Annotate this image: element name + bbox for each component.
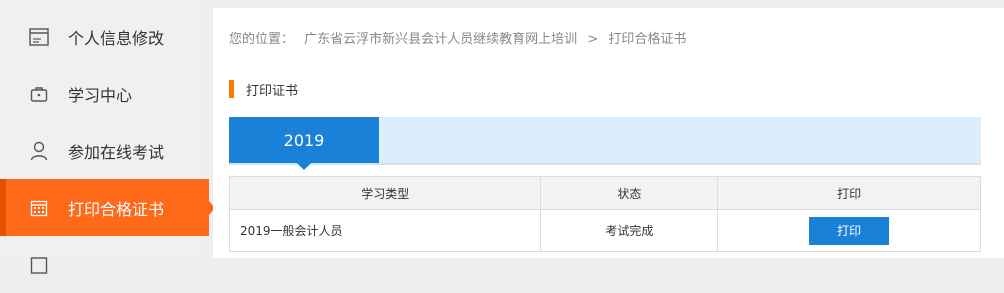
sidebar-item-online-exam[interactable]: 参加在线考试: [0, 122, 203, 179]
sidebar-item-print-certificate[interactable]: 打印合格证书: [0, 179, 215, 236]
user-icon: [28, 140, 50, 162]
sidebar-item-label: 打印合格证书: [68, 199, 165, 219]
tab-year[interactable]: 2019: [229, 117, 379, 170]
section-marker: [229, 80, 234, 98]
certificate-table: 学习类型 状态 打印 2019一般会计人员 考试完成 打印: [228, 176, 981, 252]
column-header-print: 打印: [717, 176, 981, 210]
document-icon: [28, 254, 50, 276]
sidebar-item-label: 参加在线考试: [68, 142, 165, 162]
table-row: 2019一般会计人员 考试完成 打印: [228, 209, 981, 252]
sidebar-item-learning-center[interactable]: 学习中心: [0, 65, 203, 122]
main-panel: 您的位置： 广东省云浮市新兴县会计人员继续教育网上培训 > 打印合格证书 打印证…: [213, 8, 1004, 258]
breadcrumb-current: 打印合格证书: [608, 32, 687, 47]
column-header-type: 学习类型: [228, 176, 542, 210]
cell-action: 打印: [717, 209, 981, 252]
id-card-icon: [28, 26, 50, 48]
cell-study-type: 2019一般会计人员: [228, 209, 542, 252]
print-button[interactable]: 打印: [809, 216, 890, 245]
table-header-row: 学习类型 状态 打印: [228, 176, 981, 210]
breadcrumb-prefix: 您的位置：: [229, 32, 295, 47]
calendar-icon: [28, 197, 50, 219]
section-title: 打印证书: [229, 80, 299, 99]
sidebar-item-more[interactable]: [0, 236, 203, 293]
sidebar: 个人信息修改 学习中心 参加在线考试 打印合格证书: [0, 0, 215, 274]
section-title-text: 打印证书: [246, 83, 299, 99]
breadcrumb: 您的位置： 广东省云浮市新兴县会计人员继续教育网上培训 > 打印合格证书: [229, 28, 692, 47]
breadcrumb-site-link[interactable]: 广东省云浮市新兴县会计人员继续教育网上培训: [304, 32, 577, 47]
sidebar-item-profile[interactable]: 个人信息修改: [0, 8, 203, 65]
briefcase-icon: [28, 83, 50, 105]
cell-status-link[interactable]: 考试完成: [540, 209, 719, 252]
column-header-status: 状态: [540, 176, 719, 210]
sidebar-item-label: 个人信息修改: [68, 28, 165, 48]
sidebar-item-label: 学习中心: [68, 85, 133, 105]
breadcrumb-separator: >: [587, 32, 599, 47]
year-tab-strip: 2019: [229, 117, 981, 170]
